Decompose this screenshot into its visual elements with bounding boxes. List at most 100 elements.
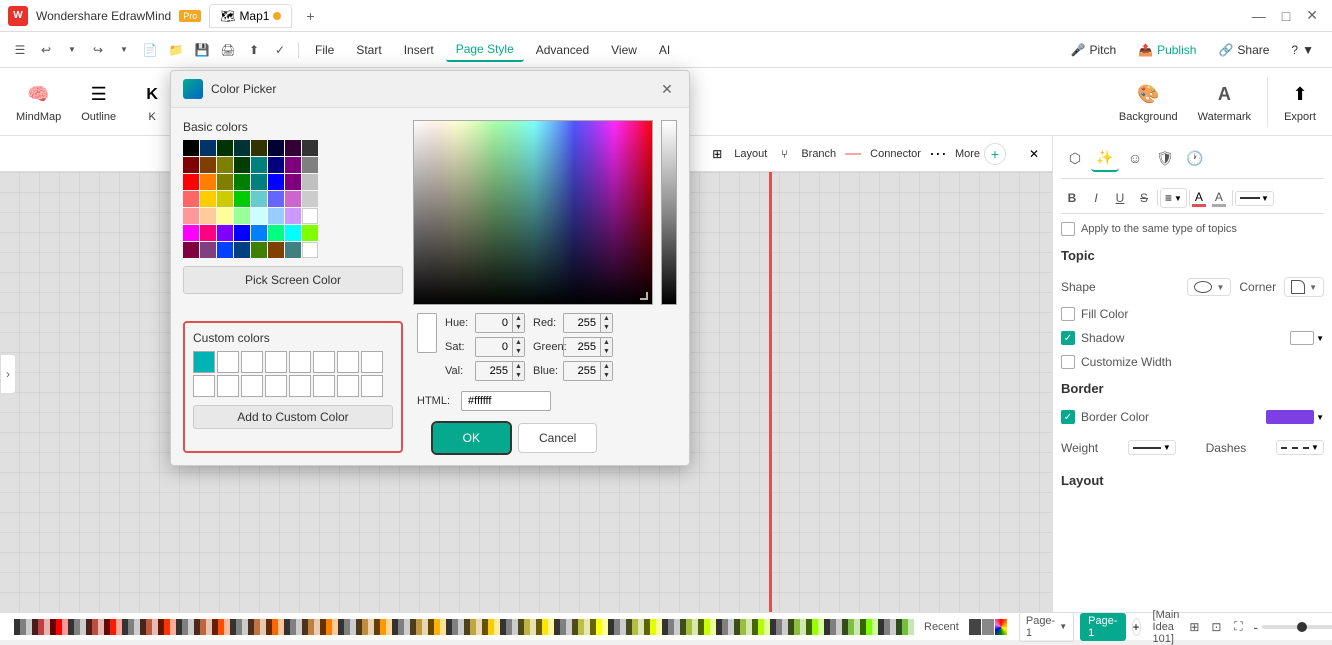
red-value[interactable]: 255 (564, 315, 600, 331)
custom-color-cell[interactable] (337, 351, 359, 373)
color-cell[interactable] (285, 157, 301, 173)
color-cell[interactable] (302, 157, 318, 173)
color-cell[interactable] (251, 208, 267, 224)
custom-color-cell[interactable] (193, 351, 215, 373)
custom-color-cell[interactable] (289, 375, 311, 397)
add-custom-color-button[interactable]: Add to Custom Color (193, 405, 393, 429)
color-cell[interactable] (302, 191, 318, 207)
color-cell[interactable] (251, 174, 267, 190)
color-cell[interactable] (183, 157, 199, 173)
color-cell[interactable] (234, 208, 250, 224)
color-cell[interactable] (251, 140, 267, 156)
custom-color-cell[interactable] (313, 375, 335, 397)
green-value[interactable]: 255 (564, 339, 600, 355)
html-input[interactable]: #ffffff (461, 391, 551, 411)
color-cell[interactable] (268, 208, 284, 224)
blue-down[interactable]: ▼ (600, 371, 612, 380)
custom-color-cell[interactable] (241, 351, 263, 373)
color-cell[interactable] (234, 242, 250, 258)
green-down[interactable]: ▼ (600, 347, 612, 356)
color-cell[interactable] (183, 140, 199, 156)
color-cell[interactable] (302, 225, 318, 241)
color-cell[interactable] (268, 191, 284, 207)
color-cell[interactable] (302, 140, 318, 156)
color-cell[interactable] (285, 208, 301, 224)
color-cell[interactable] (200, 157, 216, 173)
dialog-close-button[interactable]: ✕ (657, 79, 677, 99)
blue-value[interactable]: 255 (564, 363, 600, 379)
color-cell[interactable] (200, 208, 216, 224)
sat-input[interactable]: 0 ▲ ▼ (475, 337, 525, 357)
color-cell[interactable] (285, 225, 301, 241)
color-cell[interactable] (285, 140, 301, 156)
blue-up[interactable]: ▲ (600, 362, 612, 371)
val-down[interactable]: ▼ (512, 371, 524, 380)
custom-color-cell[interactable] (289, 351, 311, 373)
hue-input[interactable]: 0 ▲ ▼ (475, 313, 525, 333)
red-down[interactable]: ▼ (600, 323, 612, 332)
color-spectrum[interactable] (413, 120, 653, 305)
pick-screen-button[interactable]: Pick Screen Color (183, 266, 403, 294)
sat-down[interactable]: ▼ (512, 347, 524, 356)
custom-color-cell[interactable] (313, 351, 335, 373)
custom-color-cell[interactable] (265, 375, 287, 397)
color-cell[interactable] (302, 208, 318, 224)
custom-color-cell[interactable] (361, 375, 383, 397)
custom-color-cell[interactable] (241, 375, 263, 397)
color-cell[interactable] (217, 157, 233, 173)
sat-up[interactable]: ▲ (512, 338, 524, 347)
hue-up[interactable]: ▲ (512, 314, 524, 323)
custom-color-cell[interactable] (217, 375, 239, 397)
val-input[interactable]: 255 ▲ ▼ (475, 361, 525, 381)
color-cell[interactable] (217, 191, 233, 207)
color-cell[interactable] (234, 140, 250, 156)
custom-color-cell[interactable] (265, 351, 287, 373)
color-cell[interactable] (183, 225, 199, 241)
color-cell[interactable] (183, 174, 199, 190)
color-cell[interactable] (234, 157, 250, 173)
color-cell[interactable] (217, 208, 233, 224)
color-cell[interactable] (217, 225, 233, 241)
color-cell[interactable] (268, 174, 284, 190)
color-cell[interactable] (234, 191, 250, 207)
color-cell[interactable] (217, 242, 233, 258)
green-up[interactable]: ▲ (600, 338, 612, 347)
color-cell[interactable] (183, 208, 199, 224)
custom-color-cell[interactable] (361, 351, 383, 373)
hue-down[interactable]: ▼ (512, 323, 524, 332)
color-cell[interactable] (302, 174, 318, 190)
custom-color-cell[interactable] (337, 375, 359, 397)
val-up[interactable]: ▲ (512, 362, 524, 371)
color-cell[interactable] (285, 191, 301, 207)
color-cell[interactable] (268, 242, 284, 258)
color-cell[interactable] (285, 242, 301, 258)
red-up[interactable]: ▲ (600, 314, 612, 323)
color-cell[interactable] (251, 225, 267, 241)
color-cell[interactable] (251, 242, 267, 258)
hue-value[interactable]: 0 (476, 315, 512, 331)
green-input[interactable]: 255 ▲ ▼ (563, 337, 613, 357)
color-cell[interactable] (200, 191, 216, 207)
color-cell[interactable] (200, 242, 216, 258)
ok-button[interactable]: OK (433, 423, 510, 453)
red-input[interactable]: 255 ▲ ▼ (563, 313, 613, 333)
blue-input[interactable]: 255 ▲ ▼ (563, 361, 613, 381)
color-cell[interactable] (200, 140, 216, 156)
sat-value[interactable]: 0 (476, 339, 512, 355)
cancel-button[interactable]: Cancel (518, 423, 597, 453)
color-cell[interactable] (217, 174, 233, 190)
val-value[interactable]: 255 (476, 363, 512, 379)
custom-color-cell[interactable] (217, 351, 239, 373)
color-cell[interactable] (234, 174, 250, 190)
color-cell[interactable] (200, 174, 216, 190)
custom-color-cell[interactable] (193, 375, 215, 397)
lightness-slider[interactable] (661, 120, 677, 305)
color-cell[interactable] (251, 191, 267, 207)
color-cell[interactable] (200, 225, 216, 241)
color-cell[interactable] (285, 174, 301, 190)
color-cell[interactable] (217, 140, 233, 156)
color-cell[interactable] (183, 242, 199, 258)
color-cell[interactable] (268, 225, 284, 241)
color-cell[interactable] (251, 157, 267, 173)
color-cell[interactable] (183, 191, 199, 207)
